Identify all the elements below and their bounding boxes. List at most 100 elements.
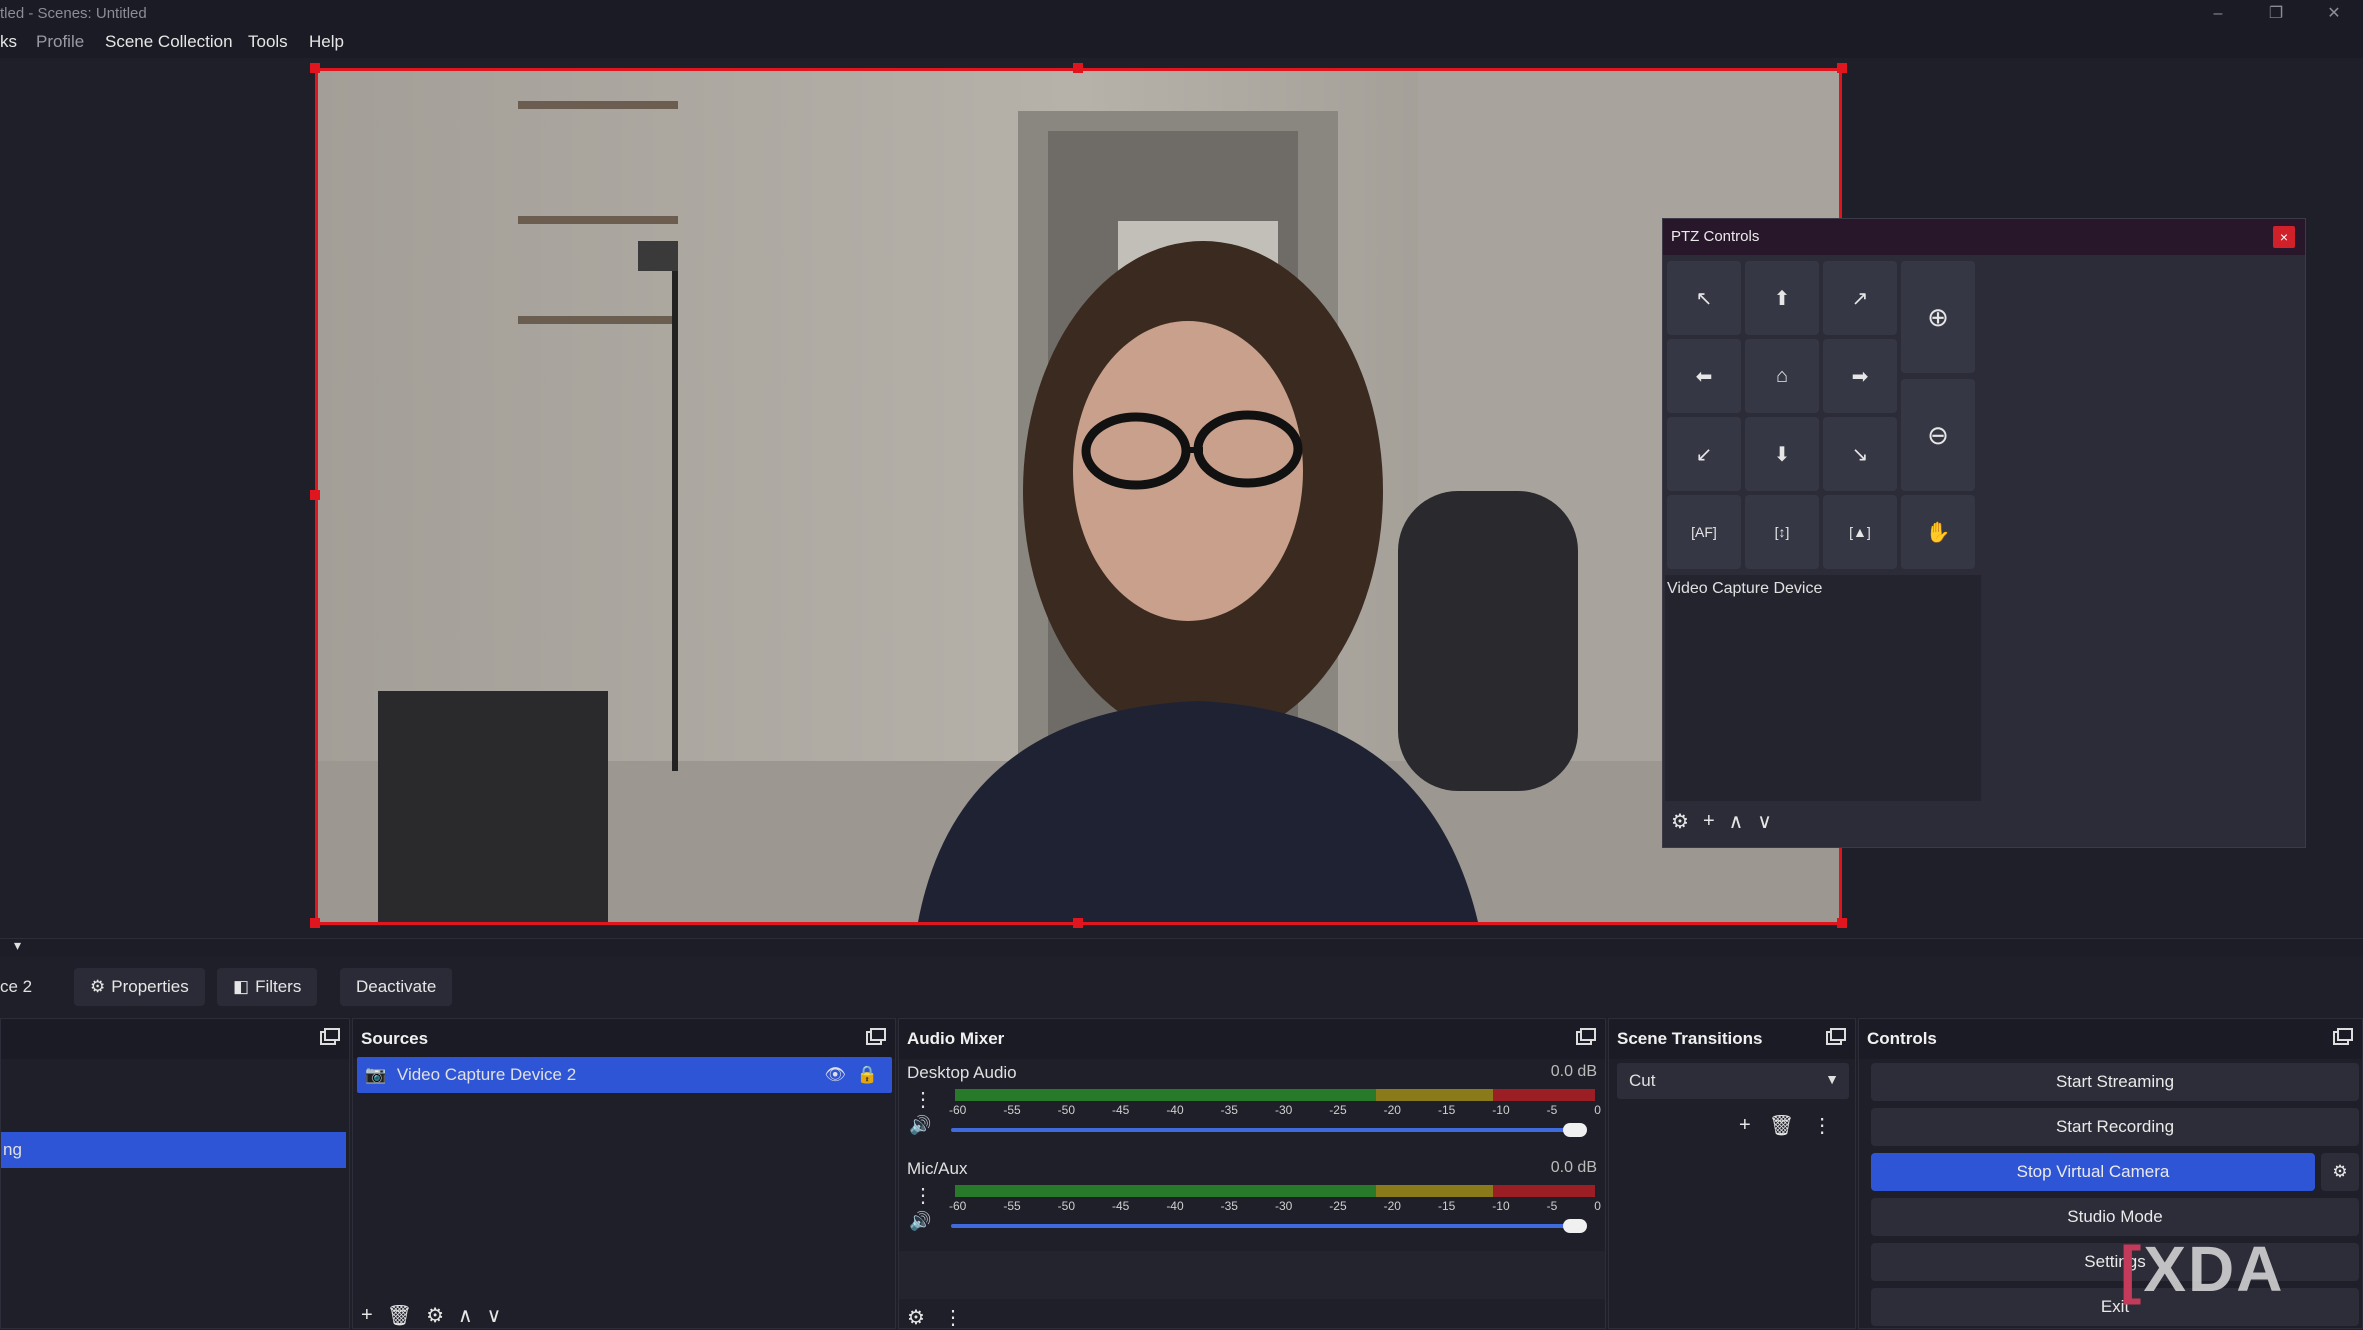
resize-handle[interactable]: [1073, 63, 1083, 73]
scale-tick: 0: [1594, 1199, 1601, 1213]
filters-button[interactable]: ◧ Filters: [217, 968, 318, 1006]
resize-handle[interactable]: [310, 63, 320, 73]
volume-slider-handle[interactable]: [1563, 1219, 1587, 1233]
pan-up-button[interactable]: ⬆: [1745, 261, 1819, 335]
studio-mode-button[interactable]: Studio Mode: [1871, 1198, 2359, 1236]
virtual-camera-settings-button[interactable]: ⚙: [2321, 1153, 2359, 1191]
exit-button[interactable]: Exit: [1871, 1288, 2359, 1326]
undock-icon[interactable]: [865, 1027, 887, 1047]
kebab-menu-icon[interactable]: ⋮: [1812, 1113, 1832, 1138]
menu-item-profile[interactable]: Profile: [36, 32, 84, 52]
gear-icon[interactable]: ⚙: [1671, 809, 1689, 834]
resize-handle[interactable]: [1073, 918, 1083, 928]
properties-button[interactable]: ⚙ Properties: [74, 968, 205, 1006]
gear-icon: ⚙: [90, 977, 106, 996]
scale-tick: -45: [1111, 1199, 1130, 1213]
sources-title: Sources: [361, 1029, 429, 1048]
pan-left-button[interactable]: ⬅: [1667, 339, 1741, 413]
trash-icon[interactable]: 🗑: [387, 1303, 412, 1328]
chevron-down-icon[interactable]: ∨: [1757, 809, 1772, 834]
zoom-in-button[interactable]: ⊕: [1901, 261, 1975, 373]
source-item[interactable]: 📷 Video Capture Device 2 👁 🔒: [357, 1057, 892, 1093]
controls-dock: Controls Start Streaming Start Recording…: [1858, 1018, 2363, 1329]
scale-tick: -15: [1437, 1199, 1456, 1213]
speaker-icon[interactable]: 🔊: [909, 1115, 931, 1136]
pan-right-button[interactable]: ➡: [1823, 339, 1897, 413]
gear-icon[interactable]: ⚙: [426, 1303, 444, 1328]
scale-tick: -30: [1274, 1199, 1293, 1213]
kebab-menu-icon[interactable]: ⋮: [943, 1305, 963, 1330]
resize-handle[interactable]: [310, 490, 320, 500]
stop-virtual-camera-button[interactable]: Stop Virtual Camera: [1871, 1153, 2315, 1191]
home-button[interactable]: ⌂: [1745, 339, 1819, 413]
pan-down-button[interactable]: ⬇: [1745, 417, 1819, 491]
resize-handle[interactable]: [310, 918, 320, 928]
trash-icon[interactable]: 🗑: [1769, 1113, 1794, 1138]
menu-item-tools[interactable]: Tools: [248, 32, 288, 52]
close-icon[interactable]: ×: [2273, 226, 2295, 248]
kebab-menu-icon[interactable]: ⋮: [913, 1183, 933, 1208]
pan-down-right-button[interactable]: ↘: [1823, 417, 1897, 491]
scale-tick: -5: [1546, 1103, 1558, 1117]
scene-transitions-title: Scene Transitions: [1617, 1029, 1763, 1048]
kebab-menu-icon[interactable]: ⋮: [913, 1087, 933, 1112]
volume-slider-handle[interactable]: [1563, 1123, 1587, 1137]
undock-icon[interactable]: [1575, 1027, 1597, 1047]
preview-canvas[interactable]: [315, 68, 1842, 925]
lock-icon[interactable]: 🔒: [857, 1065, 878, 1085]
source-toolbar: ce 2 ⚙ Properties ◧ Filters Deactivate: [0, 956, 2363, 1018]
chevron-up-icon[interactable]: ∧: [1729, 809, 1744, 834]
properties-label: Properties: [111, 977, 189, 996]
undock-icon[interactable]: [2332, 1027, 2354, 1047]
sources-dock: Sources 📷 Video Capture Device 2 👁 🔒 + 🗑…: [352, 1018, 896, 1329]
pan-down-left-button[interactable]: ↙: [1667, 417, 1741, 491]
speaker-icon[interactable]: 🔊: [909, 1211, 931, 1232]
menu-item-help[interactable]: Help: [309, 32, 344, 52]
plus-icon[interactable]: +: [1703, 809, 1715, 834]
start-streaming-button[interactable]: Start Streaming: [1871, 1063, 2359, 1101]
zoom-out-button[interactable]: ⊖: [1901, 379, 1975, 491]
menu-item-docks[interactable]: ks: [0, 32, 17, 52]
level-meter-red: [1493, 1089, 1595, 1101]
mixer-settings-icon[interactable]: ⚙: [907, 1305, 925, 1330]
transition-select[interactable]: Cut ▼: [1617, 1063, 1849, 1099]
focus-mode-button[interactable]: [▲]: [1823, 495, 1897, 569]
channel-db: 0.0 dB: [1550, 1063, 1597, 1080]
eye-icon[interactable]: 👁: [824, 1065, 846, 1085]
ptz-controls-dock: PTZ Controls × ↖ ⬆ ↗ ⬅ ⌂ ➡ ↙ ⬇ ↘ ⊕ ⊖ [AF…: [1662, 218, 2306, 848]
plus-icon[interactable]: +: [361, 1303, 373, 1328]
scale-tick: -30: [1274, 1103, 1293, 1117]
deactivate-button[interactable]: Deactivate: [340, 968, 453, 1006]
start-recording-button[interactable]: Start Recording: [1871, 1108, 2359, 1146]
close-window-button[interactable]: ✕: [2305, 0, 2363, 28]
hand-icon[interactable]: ✋: [1901, 495, 1975, 569]
settings-button[interactable]: Settings: [1871, 1243, 2359, 1281]
resize-handle[interactable]: [1837, 63, 1847, 73]
scale-tick: -40: [1166, 1103, 1184, 1117]
resize-handle[interactable]: [1837, 918, 1847, 928]
caret-down-icon[interactable]: ▾: [14, 937, 21, 954]
pan-up-left-button[interactable]: ↖: [1667, 261, 1741, 335]
undock-icon[interactable]: [319, 1027, 341, 1047]
maximize-button[interactable]: ❐: [2247, 0, 2305, 28]
xda-watermark: [XDA: [2120, 1232, 2284, 1306]
ptz-title-bar[interactable]: PTZ Controls ×: [1663, 219, 2305, 255]
autofocus-button[interactable]: [AF]: [1667, 495, 1741, 569]
sources-dock-header: Sources: [353, 1019, 895, 1059]
pan-up-right-button[interactable]: ↗: [1823, 261, 1897, 335]
undock-icon[interactable]: [1825, 1027, 1847, 1047]
controls-title: Controls: [1867, 1029, 1937, 1048]
plus-icon[interactable]: +: [1739, 1113, 1751, 1138]
ptz-device-list-item[interactable]: Video Capture Device: [1665, 575, 1981, 605]
focus-near-far-button[interactable]: [↕]: [1745, 495, 1819, 569]
volume-slider[interactable]: [951, 1128, 1581, 1132]
chevron-up-icon[interactable]: ∧: [458, 1303, 473, 1328]
scene-item-selected[interactable]: ng: [1, 1132, 346, 1168]
chevron-down-icon: ▼: [1825, 1071, 1839, 1087]
scenes-dock-header: [1, 1019, 349, 1059]
volume-slider[interactable]: [951, 1224, 1581, 1228]
minimize-button[interactable]: –: [2189, 0, 2247, 28]
chevron-down-icon[interactable]: ∨: [487, 1303, 502, 1328]
menu-item-scene-collection[interactable]: Scene Collection: [105, 32, 233, 52]
xda-logo-icon: [: [2120, 1233, 2144, 1305]
